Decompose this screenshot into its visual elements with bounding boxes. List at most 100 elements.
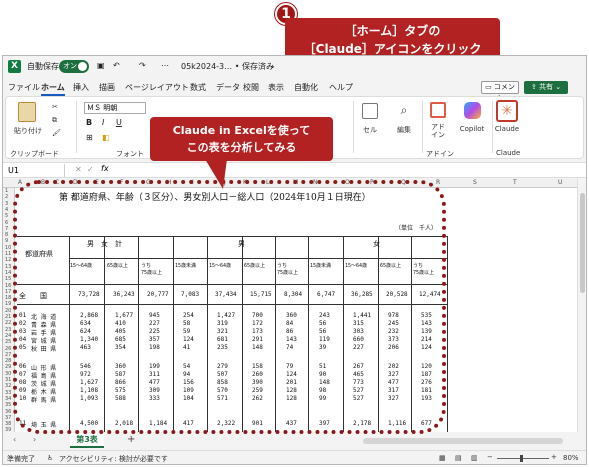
normal-view-icon[interactable]: ▦ xyxy=(439,454,446,462)
search-icon[interactable]: ⌕ xyxy=(390,103,418,118)
column-header-K[interactable]: K xyxy=(243,179,247,186)
column-header-O[interactable]: O xyxy=(345,179,350,186)
addins-icon[interactable] xyxy=(430,102,446,118)
page-layout-icon[interactable]: ▤ xyxy=(455,454,462,462)
column-header-S[interactable]: S xyxy=(473,179,477,186)
row-header[interactable]: 12 xyxy=(5,257,11,263)
row-header[interactable]: 10 xyxy=(5,245,11,251)
zoom-level[interactable]: 80% xyxy=(563,454,579,462)
copy-icon[interactable]: ⧉ xyxy=(52,116,57,125)
column-header-N[interactable]: N xyxy=(313,179,318,186)
row-header[interactable]: 15 xyxy=(5,276,11,282)
column-header-L[interactable]: L xyxy=(266,179,269,186)
row-header[interactable]: 1 xyxy=(5,188,8,194)
row-header[interactable]: 39 xyxy=(5,427,11,432)
row-header[interactable]: 31 xyxy=(5,377,11,383)
column-header-T[interactable]: T xyxy=(513,179,517,186)
row-header[interactable]: 23 xyxy=(5,327,11,333)
cells-label[interactable]: セル xyxy=(356,125,384,135)
paste-label[interactable]: 貼り付け xyxy=(10,126,46,136)
addins-label[interactable]: アド イン xyxy=(426,123,450,139)
row-header[interactable]: 30 xyxy=(5,371,11,377)
worksheet-grid[interactable]: ABCDEFGHIJKLMNOPQRSTU 1 2 3 4 5 6 7 8 9 10 11 12 13 1… xyxy=(3,179,577,432)
add-sheet-button[interactable]: + xyxy=(127,434,135,445)
column-header-M[interactable]: M xyxy=(293,179,298,186)
row-header[interactable]: 25 xyxy=(5,339,11,345)
row-header[interactable]: 21 xyxy=(5,314,11,320)
tab-file[interactable]: ファイル xyxy=(8,82,40,93)
row-header[interactable]: 11 xyxy=(5,251,11,257)
claude-button-label[interactable]: Claude xyxy=(490,125,524,133)
tab-data[interactable]: データ xyxy=(216,82,240,93)
row-header[interactable]: 28 xyxy=(5,358,11,364)
tab-help[interactable]: ヘルプ xyxy=(329,82,353,93)
row-header[interactable]: 36 xyxy=(5,409,11,415)
column-header-P[interactable]: P xyxy=(370,179,374,186)
row-header[interactable]: 24 xyxy=(5,333,11,339)
horizontal-scrollbar[interactable] xyxy=(363,438,563,444)
column-header-D[interactable]: D xyxy=(73,179,78,186)
more-icon[interactable]: ⋯ xyxy=(161,61,169,70)
row-header[interactable]: 2 xyxy=(5,194,8,200)
row-header[interactable]: 14 xyxy=(5,270,11,276)
copilot-label[interactable]: Copilot xyxy=(456,125,488,133)
tab-page-layout[interactable]: ページレイアウト xyxy=(125,82,189,93)
row-header[interactable]: 32 xyxy=(5,383,11,389)
italic-icon[interactable]: I xyxy=(102,118,104,127)
column-header-G[interactable]: G xyxy=(146,179,151,186)
comment-button[interactable]: ▭ コメント xyxy=(481,81,519,102)
tab-home[interactable]: ホーム xyxy=(41,82,65,96)
zoom-slider-thumb[interactable] xyxy=(520,455,523,462)
save-icon[interactable]: ▣ xyxy=(97,61,105,70)
undo-icon[interactable]: ↶ xyxy=(113,61,120,70)
row-header[interactable]: 27 xyxy=(5,352,11,358)
column-header-F[interactable]: F xyxy=(120,179,123,186)
column-header-A[interactable]: A xyxy=(18,179,22,186)
row-header[interactable]: 17 xyxy=(5,289,11,295)
column-header-E[interactable]: E xyxy=(95,179,99,186)
row-header[interactable]: 34 xyxy=(5,396,11,402)
cancel-icon[interactable]: ✕ xyxy=(75,165,82,174)
row-header[interactable]: 16 xyxy=(5,283,11,289)
row-header[interactable]: 35 xyxy=(5,402,11,408)
name-box[interactable]: U1 xyxy=(5,164,65,177)
paste-icon[interactable] xyxy=(18,102,36,122)
formula-input[interactable] xyxy=(118,163,573,177)
fill-color-icon[interactable]: ◧ xyxy=(102,133,110,142)
copilot-icon[interactable] xyxy=(464,102,481,119)
font-name-box[interactable]: ＭＳ 明朝 xyxy=(84,102,146,114)
page-break-icon[interactable]: ▥ xyxy=(471,454,478,462)
bold-icon[interactable]: B xyxy=(86,118,92,127)
row-header[interactable]: 26 xyxy=(5,346,11,352)
zoom-in-icon[interactable]: + xyxy=(551,453,557,461)
row-header[interactable]: 33 xyxy=(5,390,11,396)
function-icon[interactable]: fx xyxy=(101,164,109,173)
tab-insert[interactable]: 挿入 xyxy=(73,82,89,93)
claude-icon[interactable]: ✳ xyxy=(496,100,518,122)
underline-icon[interactable]: U xyxy=(116,118,122,127)
row-header[interactable]: 4 xyxy=(5,207,8,213)
column-header-R[interactable]: R xyxy=(436,179,440,186)
tab-review[interactable]: 校閲 xyxy=(243,82,259,93)
tab-view[interactable]: 表示 xyxy=(268,82,284,93)
row-header[interactable]: 20 xyxy=(5,308,11,314)
scroll-thumb[interactable] xyxy=(580,193,585,293)
row-header[interactable]: 13 xyxy=(5,264,11,270)
zoom-slider[interactable] xyxy=(497,458,549,459)
vertical-scrollbar[interactable] xyxy=(577,179,586,432)
column-header-B[interactable]: B xyxy=(41,179,45,186)
row-header[interactable]: 19 xyxy=(5,301,11,307)
column-header-C[interactable]: C xyxy=(55,179,59,186)
editing-label[interactable]: 編集 xyxy=(390,125,418,135)
row-header[interactable]: 8 xyxy=(5,232,8,238)
tab-formulas[interactable]: 数式 xyxy=(190,82,206,93)
sheet-tab[interactable]: 第3表 xyxy=(70,433,104,448)
row-header[interactable]: 18 xyxy=(5,295,11,301)
column-header-U[interactable]: U xyxy=(558,179,562,186)
prev-sheet-icon[interactable]: ‹ xyxy=(13,435,16,444)
file-name[interactable]: 05k2024-3… • 保存済み xyxy=(181,61,274,72)
row-header[interactable]: 22 xyxy=(5,320,11,326)
column-header-H[interactable]: H xyxy=(167,179,172,186)
row-header[interactable]: 7 xyxy=(5,226,8,232)
row-header[interactable]: 38 xyxy=(5,421,11,427)
